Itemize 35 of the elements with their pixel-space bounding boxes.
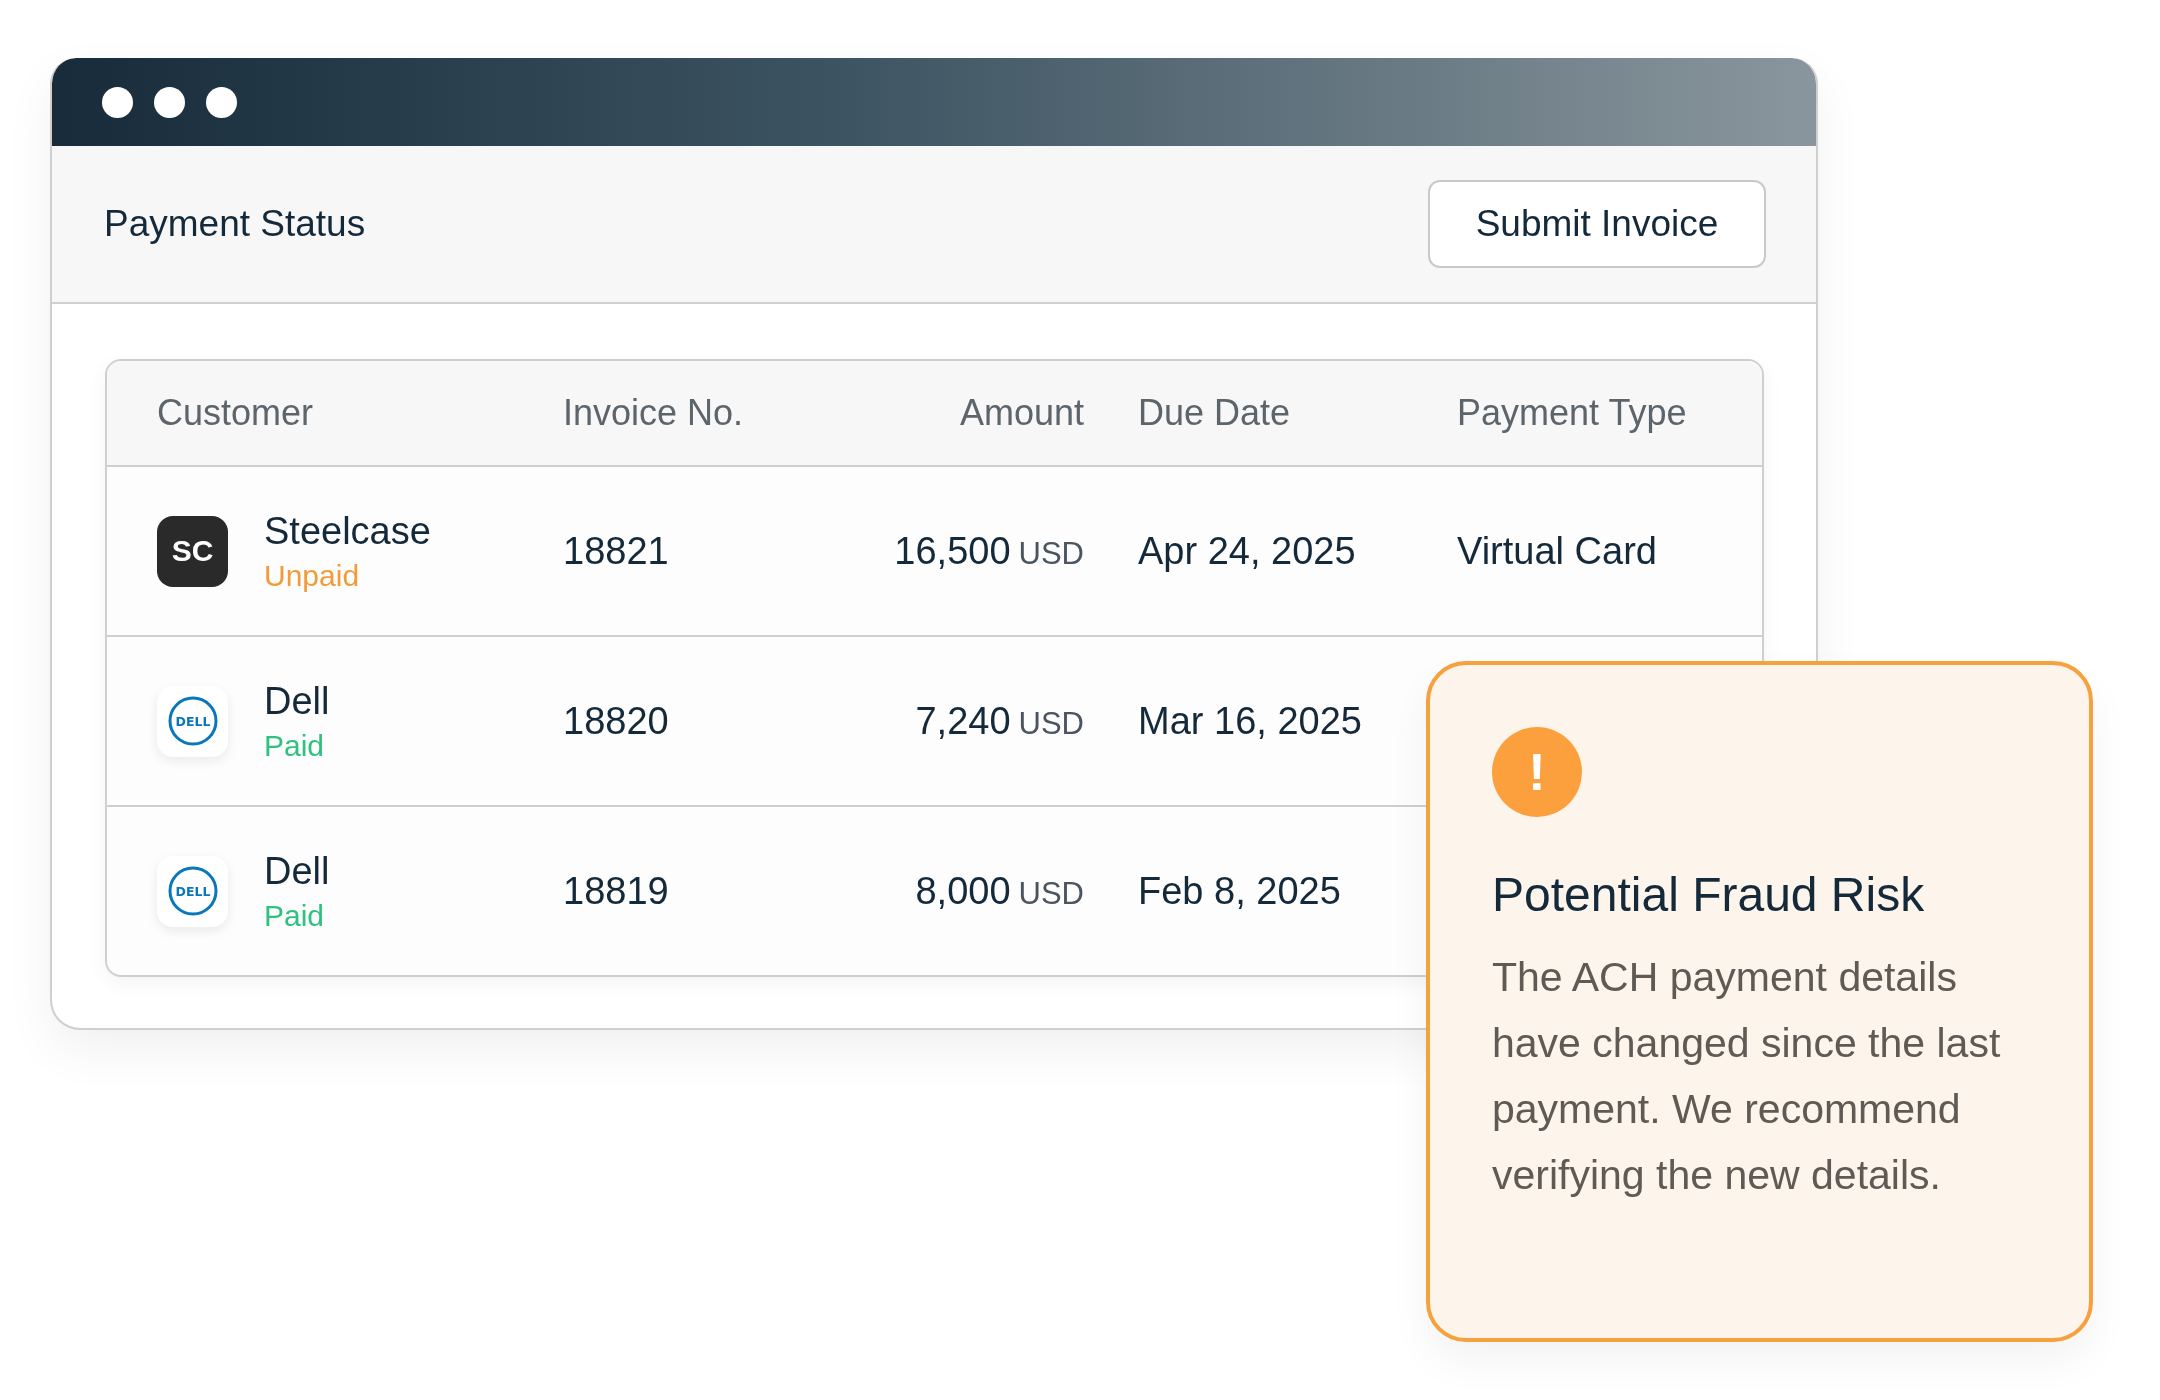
alert-title: Potential Fraud Risk bbox=[1492, 867, 1925, 922]
amount: 7,240 bbox=[915, 699, 1011, 743]
company-logo: SC bbox=[157, 515, 228, 587]
window-dot-icon bbox=[102, 86, 133, 118]
payment-type: Virtual Card bbox=[1457, 529, 1657, 573]
due-date: Mar 16, 2025 bbox=[1138, 699, 1362, 743]
payment-status: Paid bbox=[264, 898, 326, 933]
payment-status: Unpaid bbox=[264, 558, 361, 593]
customer-name: Steelcase bbox=[264, 509, 431, 553]
customer-name: Dell bbox=[264, 679, 330, 723]
warning-icon: ! bbox=[1492, 727, 1582, 817]
invoice-number: 18821 bbox=[563, 529, 669, 573]
column-header: Invoice No. bbox=[563, 392, 744, 434]
column-header: Payment Type bbox=[1457, 392, 1687, 434]
currency: USD bbox=[1018, 705, 1084, 742]
submit-invoice-button[interactable]: Submit Invoice bbox=[1428, 180, 1766, 268]
customer-name: Dell bbox=[264, 849, 330, 893]
window-dot-icon bbox=[154, 86, 185, 118]
payment-status: Paid bbox=[264, 728, 326, 763]
currency: USD bbox=[1018, 875, 1084, 912]
page-title: Payment Status bbox=[104, 203, 366, 245]
company-logo: DELL bbox=[157, 685, 228, 757]
column-header: Amount bbox=[959, 392, 1084, 434]
amount: 8,000 bbox=[915, 869, 1011, 913]
column-header: Due Date bbox=[1138, 392, 1291, 434]
company-logo: DELL bbox=[157, 855, 228, 927]
window-dot-icon bbox=[206, 86, 237, 118]
column-header: Customer bbox=[157, 392, 314, 434]
due-date: Feb 8, 2025 bbox=[1138, 869, 1341, 913]
due-date: Apr 24, 2025 bbox=[1138, 529, 1356, 573]
amount: 16,500 bbox=[894, 529, 1011, 573]
invoice-number: 18819 bbox=[563, 869, 669, 913]
alert-message: The ACH payment details have changed since the last payment. We recommend verifying the new details. bbox=[1492, 953, 2002, 1200]
currency: USD bbox=[1018, 535, 1084, 572]
invoice-number: 18820 bbox=[563, 699, 669, 743]
